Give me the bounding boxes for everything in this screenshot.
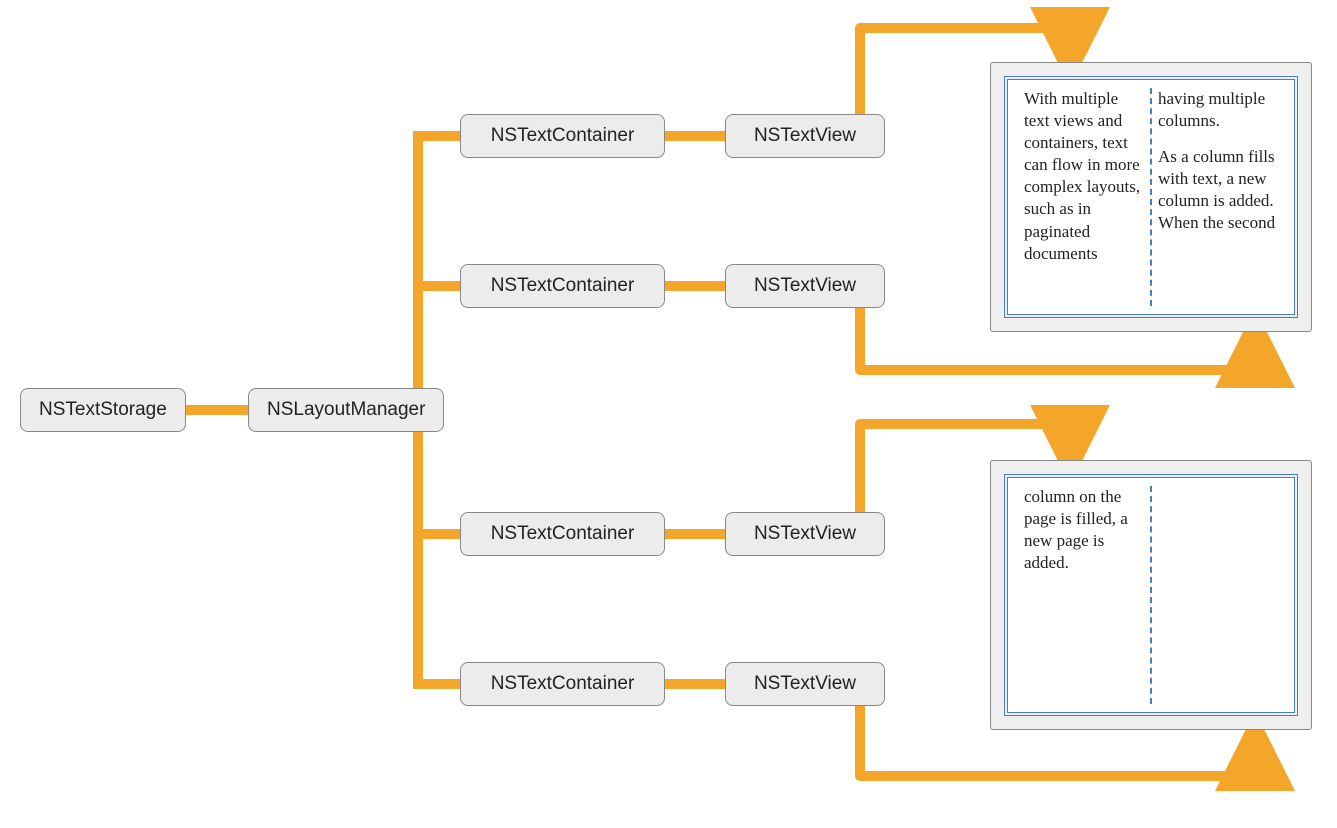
node-nstextview-1: NSTextView <box>725 114 885 158</box>
node-nstextview-4: NSTextView <box>725 662 885 706</box>
page-1-column-2: having multiple columns. As a column fil… <box>1152 88 1284 306</box>
node-nstextview-2: NSTextView <box>725 264 885 308</box>
node-nstextcontainer-2: NSTextContainer <box>460 264 665 308</box>
page-1-col2-text-b: As a column fills with text, a new colum… <box>1158 146 1278 234</box>
node-nstextview-3: NSTextView <box>725 512 885 556</box>
page-1: With multiple text views and containers,… <box>990 62 1312 332</box>
page-2-column-2 <box>1152 486 1284 704</box>
page-1-col2-text-a: having multiple columns. <box>1158 88 1278 132</box>
page-1-inner: With multiple text views and containers,… <box>1007 79 1295 315</box>
node-nstextcontainer-1: NSTextContainer <box>460 114 665 158</box>
node-nstextstorage: NSTextStorage <box>20 388 186 432</box>
node-nslayoutmanager: NSLayoutManager <box>248 388 444 432</box>
page-2: column on the page is filled, a new page… <box>990 460 1312 730</box>
node-nstextcontainer-4: NSTextContainer <box>460 662 665 706</box>
page-2-inner: column on the page is filled, a new page… <box>1007 477 1295 713</box>
page-2-column-1: column on the page is filled, a new page… <box>1018 486 1152 704</box>
page-1-column-1: With multiple text views and containers,… <box>1018 88 1152 306</box>
node-nstextcontainer-3: NSTextContainer <box>460 512 665 556</box>
